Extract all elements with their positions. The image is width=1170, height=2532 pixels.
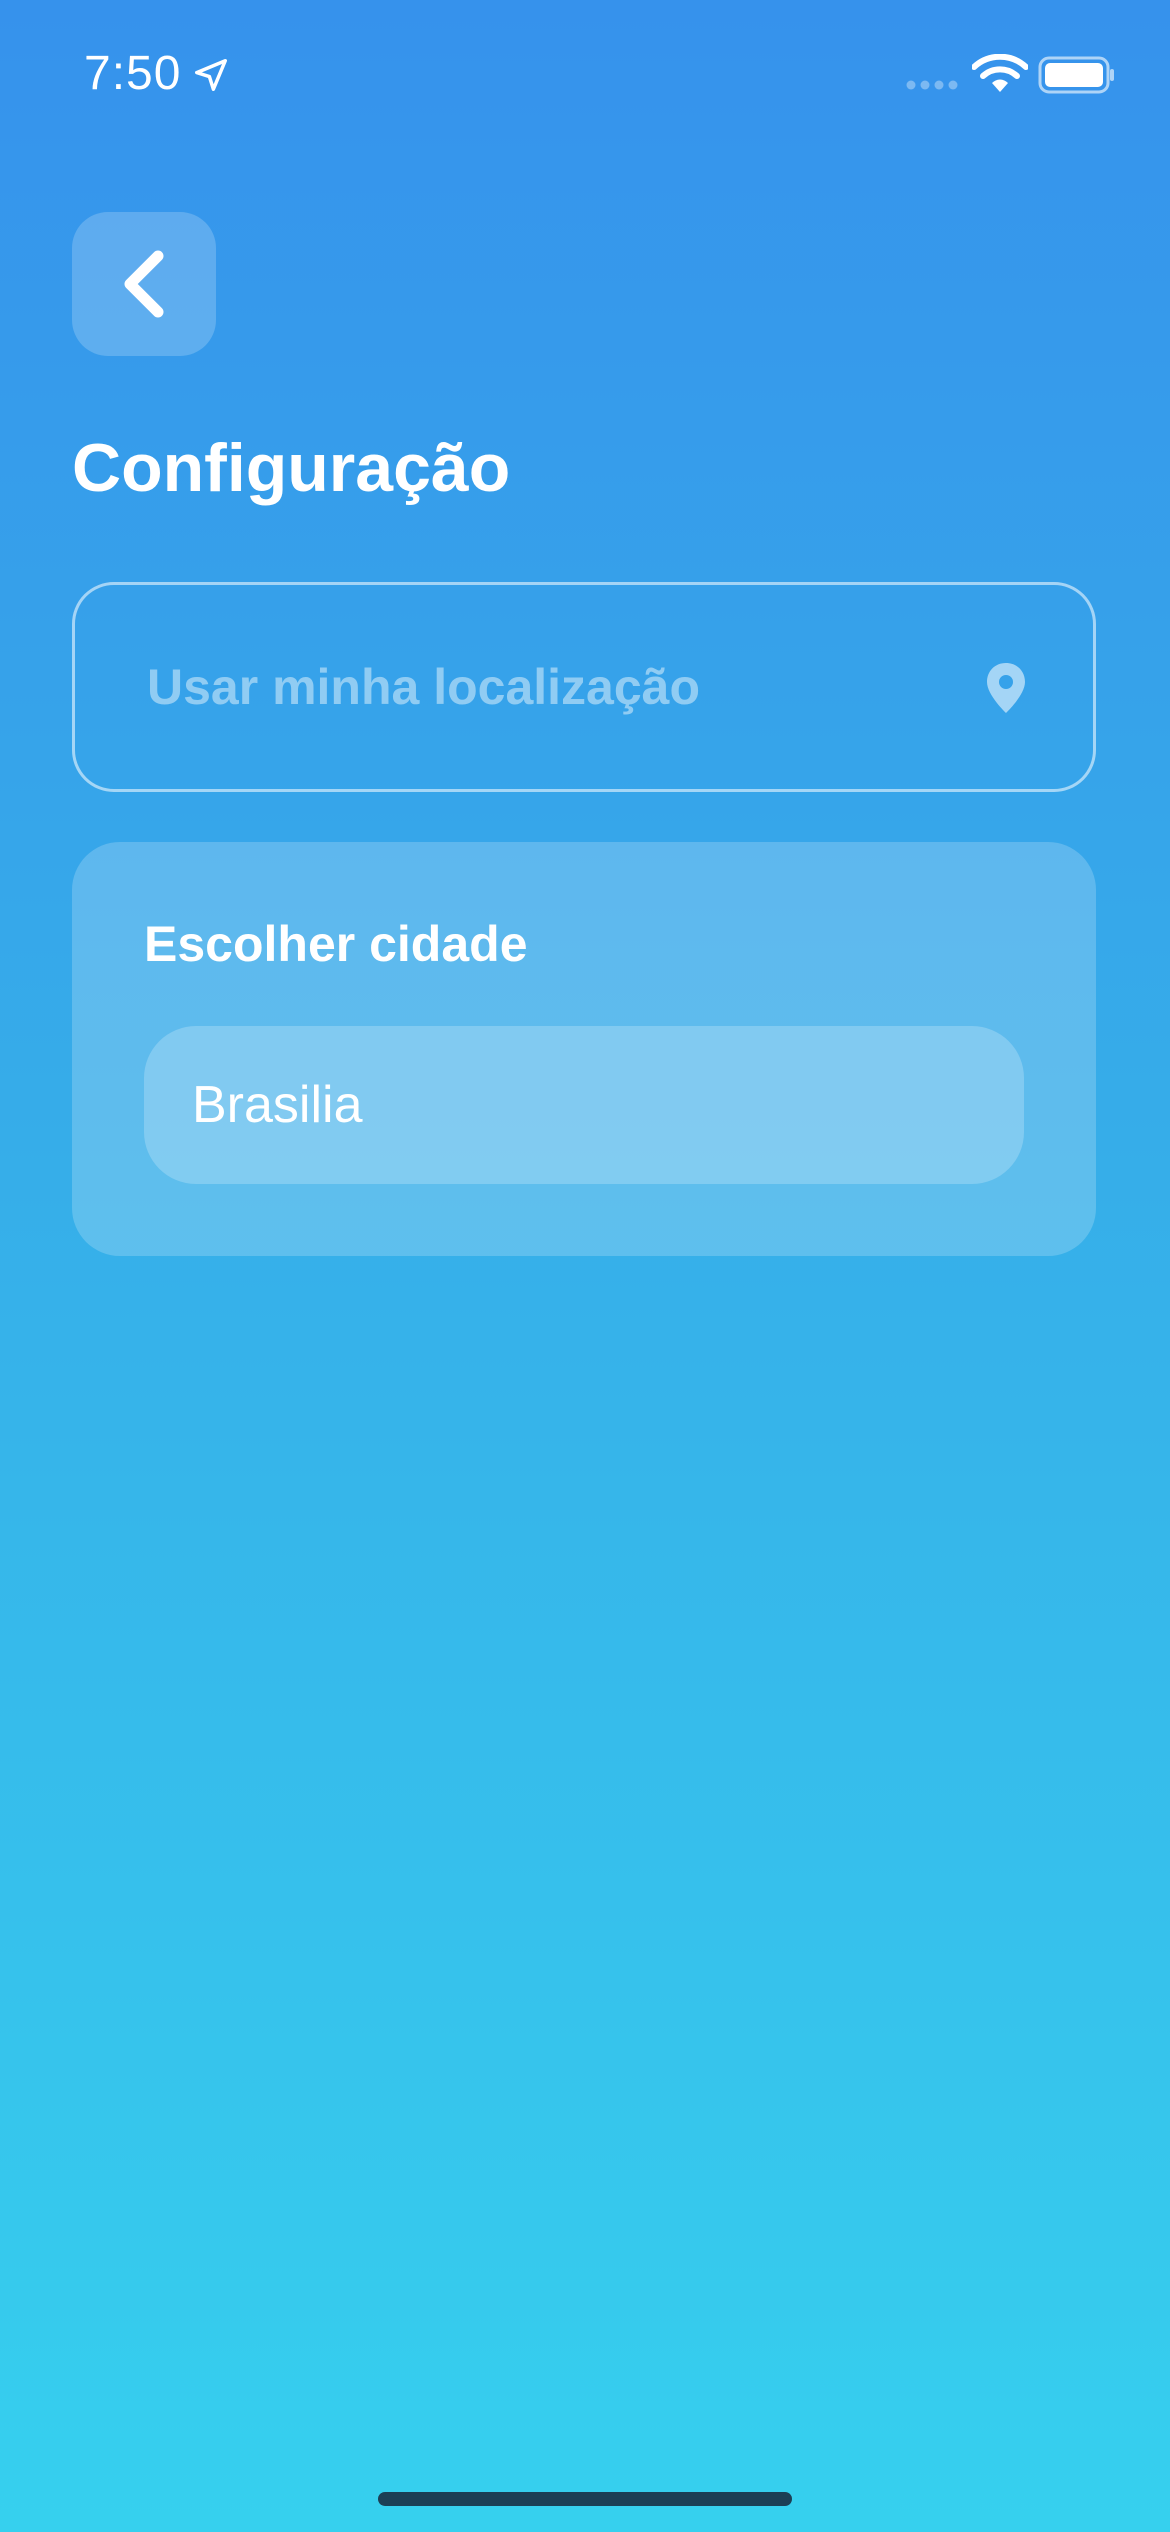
settings-screen: 7:50 Configuração Usar minha localização…	[0, 0, 1170, 2532]
choose-city-card: Escolher cidade	[72, 842, 1096, 1256]
location-arrow-icon	[195, 59, 227, 91]
map-pin-icon	[987, 663, 1025, 713]
city-input[interactable]	[144, 1026, 1024, 1184]
home-indicator[interactable]	[378, 2492, 792, 2506]
use-my-location-button[interactable]: Usar minha localização	[72, 582, 1096, 792]
choose-city-title: Escolher cidade	[144, 916, 528, 972]
status-bar: 7:50	[0, 0, 1170, 150]
chevron-left-icon	[124, 250, 164, 318]
status-time: 7:50	[84, 47, 182, 100]
back-button[interactable]	[72, 212, 216, 356]
page-title: Configuração	[72, 430, 511, 506]
wifi-icon	[972, 54, 1028, 92]
signal-icon	[906, 80, 958, 90]
use-my-location-label: Usar minha localização	[147, 659, 701, 715]
battery-icon	[1038, 56, 1114, 94]
